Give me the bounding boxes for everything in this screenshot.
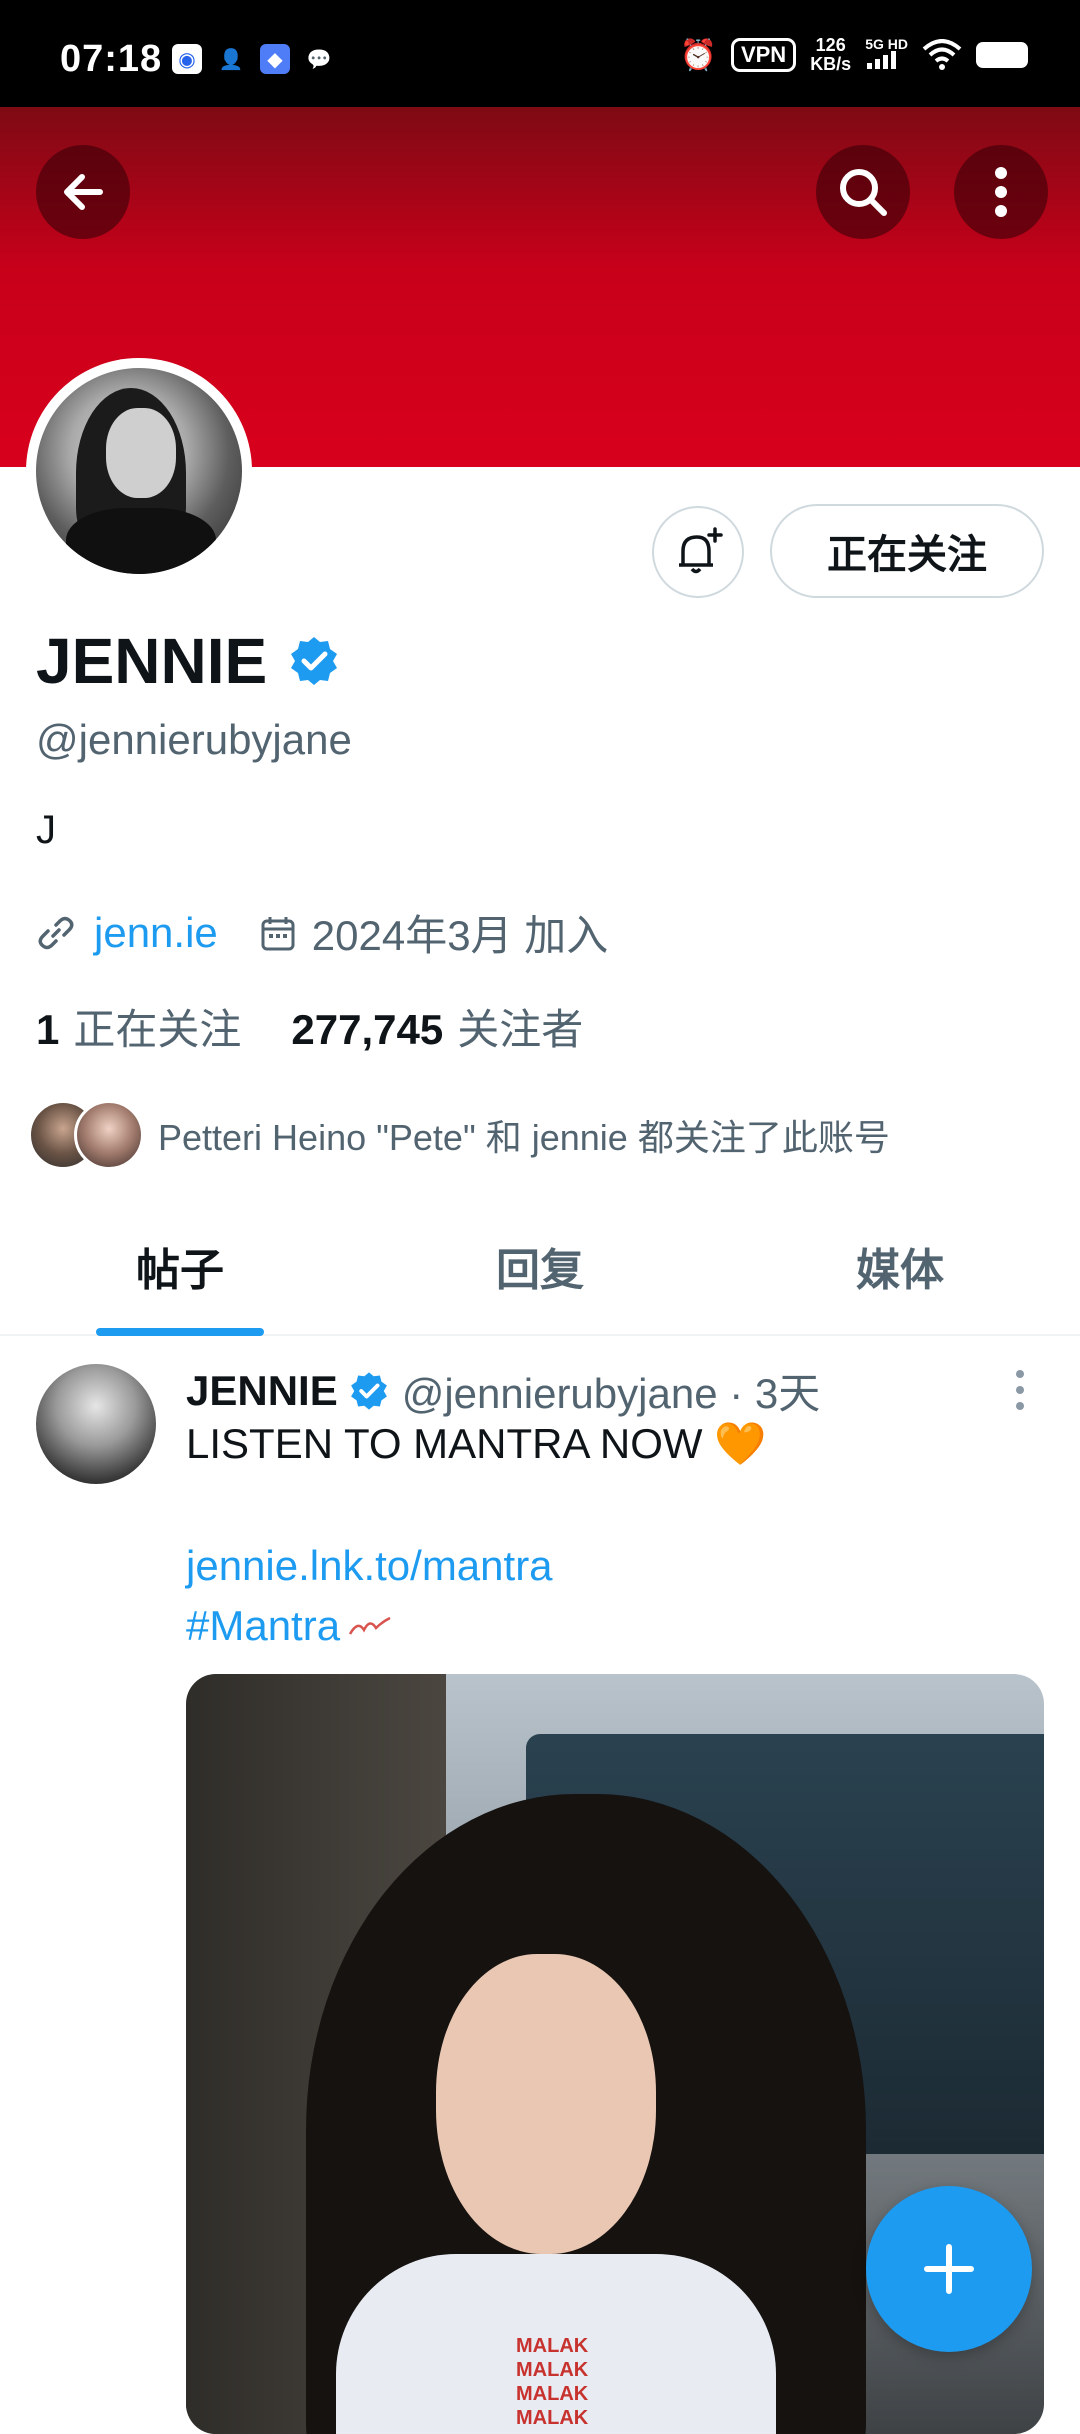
status-time: 07:18 bbox=[60, 38, 163, 80]
followed-by-text: Petteri Heino "Pete" 和 jennie 都关注了此账号 bbox=[158, 1117, 890, 1158]
post-text: LISTEN TO MANTRA NOW 🧡 bbox=[186, 1420, 767, 1467]
joined-text: 2024年3月 加入 bbox=[311, 912, 609, 959]
search-icon bbox=[840, 169, 887, 216]
tab-posts[interactable]: 帖子 bbox=[0, 1198, 360, 1334]
post-link[interactable]: jennie.lnk.to/mantra bbox=[186, 1542, 553, 1590]
battery-icon bbox=[976, 42, 1028, 68]
more-options-button[interactable] bbox=[954, 145, 1048, 239]
followers-count-link[interactable]: 277,745 关注者 bbox=[291, 996, 583, 1057]
more-vertical-icon bbox=[995, 167, 1007, 217]
status-notification-icons: ◉ 👤 ◆ 💬 bbox=[172, 44, 334, 74]
followed-by-row[interactable]: Petteri Heino "Pete" 和 jennie 都关注了此账号 bbox=[28, 1100, 890, 1170]
link-icon bbox=[38, 916, 74, 949]
follower-avatar bbox=[74, 1100, 144, 1170]
post-meta: @jennierubyjane · 3天 bbox=[401, 1370, 821, 1417]
post-author-name[interactable]: JENNIE bbox=[186, 1367, 338, 1415]
post-header: JENNIE @jennierubyjane · 3天 bbox=[186, 1360, 820, 1421]
tab-media[interactable]: 媒体 bbox=[720, 1198, 1080, 1334]
alarm-icon: ⏰ bbox=[679, 38, 717, 72]
app-notification-icon: ◆ bbox=[260, 44, 290, 74]
website-link[interactable]: jenn.ie bbox=[94, 909, 218, 957]
shirt-print-text: MALAK MALAK MALAK MALAK bbox=[516, 2335, 589, 2429]
profile-tabs: 帖子 回复 媒体 bbox=[0, 1198, 1080, 1336]
hashtag-emoji-icon bbox=[348, 1616, 391, 1635]
network-speed: 126 KB/s bbox=[810, 35, 852, 74]
signal-icon: 5G HD bbox=[865, 37, 908, 74]
joined-date: 2024年3月 加入 bbox=[258, 902, 608, 963]
bell-plus-icon bbox=[679, 527, 723, 574]
profile-handle: @jennierubyjane bbox=[36, 716, 352, 763]
wifi-icon bbox=[922, 39, 962, 70]
more-vertical-icon[interactable] bbox=[1010, 1368, 1030, 1412]
post-author-avatar[interactable] bbox=[36, 1364, 156, 1484]
display-name: JENNIE bbox=[36, 625, 268, 697]
notification-bell-button[interactable] bbox=[652, 506, 744, 598]
active-tab-indicator bbox=[96, 1328, 264, 1336]
profile-meta-row: jenn.ie 2024年3月 加入 bbox=[36, 902, 608, 963]
post-hashtag[interactable]: #Mantra bbox=[186, 1602, 340, 1650]
baidu-app-icon: ◉ bbox=[172, 44, 202, 74]
compose-plus-icon bbox=[924, 2244, 974, 2294]
profile-avatar[interactable] bbox=[26, 358, 252, 584]
profile-name-row: JENNIE bbox=[36, 624, 341, 698]
post-hashtag-row: #Mantra bbox=[186, 1602, 392, 1650]
following-button[interactable]: 正在关注 bbox=[770, 504, 1044, 598]
status-right-icons: ⏰ VPN 126 KB/s 5G HD bbox=[680, 36, 1028, 74]
verified-badge-icon bbox=[350, 1371, 387, 1410]
back-button[interactable] bbox=[36, 145, 130, 239]
status-bar: 07:18 ◉ 👤 ◆ 💬 ⏰ VPN 126 KB/s 5G HD bbox=[0, 0, 1080, 107]
follow-counts: 1 正在关注 277,745 关注者 bbox=[36, 996, 583, 1057]
search-button[interactable] bbox=[816, 145, 910, 239]
avatar-photo bbox=[36, 368, 242, 574]
back-arrow-icon bbox=[64, 174, 103, 210]
profile-bio: J bbox=[36, 808, 56, 852]
calendar-icon bbox=[261, 916, 295, 950]
tab-replies[interactable]: 回复 bbox=[360, 1198, 720, 1334]
following-count-link[interactable]: 1 正在关注 bbox=[36, 996, 241, 1057]
verified-badge-icon[interactable] bbox=[287, 634, 341, 688]
message-icon: 💬 bbox=[306, 48, 332, 71]
compose-button[interactable] bbox=[866, 2186, 1032, 2352]
vpn-badge: VPN bbox=[730, 38, 797, 72]
add-contact-icon: 👤 bbox=[218, 48, 244, 71]
